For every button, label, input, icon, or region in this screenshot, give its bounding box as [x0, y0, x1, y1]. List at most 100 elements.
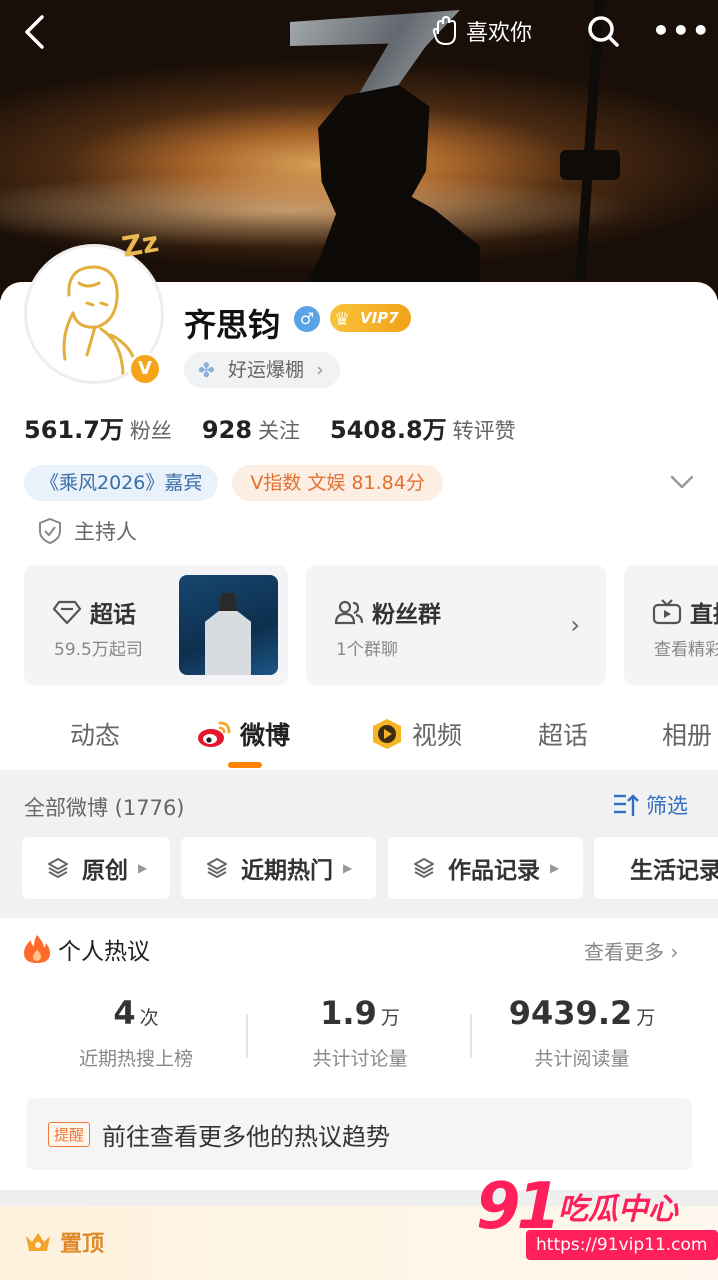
hot-trend-reminder[interactable]: 提醒 前往查看更多他的热议趋势	[26, 1098, 692, 1170]
remind-tag: 提醒	[48, 1121, 91, 1147]
card-title: 超话	[90, 602, 136, 628]
card-subtitle: 59.5万起司	[54, 640, 143, 660]
see-more-link[interactable]: 查看更多 ›	[584, 936, 678, 965]
shield-check-icon	[39, 517, 61, 545]
hand-heart-icon	[432, 16, 456, 46]
stat-label: 转评赞	[452, 419, 516, 443]
feature-cards: 超话 59.5万起司 粉丝群 1个群聊 › 直播 查看精彩	[24, 565, 718, 687]
super-topic-thumbnail	[179, 575, 278, 675]
tab-weibo[interactable]: 微博	[196, 716, 290, 752]
chevron-down-icon[interactable]	[668, 470, 696, 494]
role-label: 主持人	[74, 520, 137, 544]
tab-label: 相册	[662, 721, 713, 750]
chip-label: 生活记录	[630, 858, 718, 884]
diamond-icon	[52, 600, 82, 625]
watermark-url: https://91vip11.com	[526, 1230, 718, 1260]
hot-stat-value: 1.9	[320, 994, 377, 1032]
filter-label: 筛选	[646, 794, 688, 818]
hot-title-label: 个人热议	[58, 939, 150, 965]
tab-video[interactable]: 视频	[370, 716, 462, 752]
luck-chip-label: 好运爆棚	[228, 359, 305, 381]
hot-stat-caption: 近期热搜上榜	[78, 1048, 193, 1070]
pinned-label: 置顶	[60, 1232, 105, 1257]
all-weibo-count: 全部微博 (1776)	[24, 796, 185, 820]
fan-group-card[interactable]: 粉丝群 1个群聊 ›	[306, 565, 606, 685]
back-arrow-icon[interactable]	[22, 14, 46, 50]
filter-chip-life[interactable]: 生活记录	[594, 837, 718, 899]
card-title: 粉丝群	[372, 602, 441, 628]
thumbnail-person	[205, 593, 251, 675]
profile-tags: 《乘风2026》嘉宾 V指数 文娱 81.84分	[24, 465, 443, 501]
filter-chip-original[interactable]: 原创 ▶	[22, 837, 170, 899]
layers-icon	[207, 858, 227, 878]
fan-group-title: 粉丝群	[334, 595, 441, 629]
like-button[interactable]: 喜欢你	[432, 14, 532, 48]
hot-stat-caption: 共计阅读量	[534, 1048, 630, 1070]
luck-status-chip[interactable]: ✤ 好运爆棚 ›	[184, 352, 340, 388]
card-subtitle: 查看精彩	[654, 640, 718, 660]
stat-label: 粉丝	[129, 419, 172, 443]
like-label: 喜欢你	[466, 21, 533, 46]
tab-label: 超话	[538, 721, 589, 750]
hot-stat-unit: 万	[636, 1007, 656, 1029]
super-topic-card[interactable]: 超话 59.5万起司	[24, 565, 288, 685]
crown-icon	[26, 1233, 50, 1251]
male-gender-icon: ♂	[294, 306, 320, 332]
stat-value: 928	[201, 416, 253, 444]
hot-stat-trending: 4次 近期热搜上榜	[24, 994, 248, 1071]
fire-icon	[24, 935, 50, 963]
clover-icon: ✤	[198, 358, 215, 382]
tab-activity[interactable]: 动态	[70, 716, 120, 752]
filter-chip-recent-hot[interactable]: 近期热门 ▶	[181, 837, 376, 899]
layers-icon	[414, 858, 434, 878]
site-watermark: 91 吃瓜中心 https://91vip11.com	[476, 1170, 718, 1264]
guest-tag[interactable]: 《乘风2026》嘉宾	[24, 465, 219, 501]
stat-followers[interactable]: 561.7万 粉丝	[24, 410, 172, 445]
stat-following[interactable]: 928 关注	[202, 415, 300, 445]
vip-badge[interactable]: ♛ VIP7	[330, 304, 411, 332]
hot-title: 个人热议	[24, 932, 150, 966]
chip-label: 作品记录	[448, 858, 540, 884]
tab-album[interactable]: 相册	[662, 716, 712, 752]
watermark-name: 吃瓜中心	[558, 1192, 678, 1227]
feed-filter: 全部微博 (1776) 筛选 原创 ▶ 近期热门 ▶ 作品记录 ▶ 生活记录	[0, 770, 718, 918]
filter-chip-works[interactable]: 作品记录 ▶	[388, 837, 583, 899]
tab-label: 动态	[70, 721, 121, 750]
banner-mic-stand-base	[560, 150, 620, 180]
profile-tabs: 动态 微博 视频 超话 相册	[0, 704, 718, 770]
chevron-right-icon: ›	[316, 359, 324, 381]
tab-super-topic[interactable]: 超话	[538, 716, 588, 752]
filter-button[interactable]: 筛选	[612, 790, 688, 820]
hot-stat-reads: 9439.2 万 共计阅读量	[470, 994, 694, 1071]
verified-v-badge: V	[128, 352, 162, 386]
more-options-icon[interactable]: •••	[652, 16, 710, 46]
personal-hot-discussion: 个人热议 查看更多 › 4次 近期热搜上榜 1.9 万 共计讨论量 9439.2 万…	[0, 918, 718, 1190]
caret-right-icon: ▶	[138, 861, 148, 875]
card-title: 直播	[690, 602, 718, 628]
active-tab-indicator	[228, 762, 262, 768]
hot-stat-value: 9439.2	[508, 994, 633, 1032]
stat-value: 5408.8万	[330, 416, 447, 444]
search-icon[interactable]	[586, 14, 620, 48]
live-card[interactable]: 直播 查看精彩	[624, 565, 718, 685]
card-subtitle: 1个群聊	[336, 640, 398, 660]
hot-stat-unit: 万	[380, 1007, 400, 1029]
weibo-logo-icon	[198, 721, 231, 747]
avatar-sleep-zz: Z​z	[119, 225, 162, 264]
caret-right-icon: ▶	[550, 861, 560, 875]
chevron-right-icon: ›	[570, 611, 580, 639]
vip-crown-icon: ♛	[334, 309, 351, 330]
top-bar: 喜欢你 •••	[0, 0, 718, 64]
stat-value: 561.7万	[24, 416, 124, 444]
caret-right-icon: ▶	[343, 861, 353, 875]
filter-sort-icon	[614, 794, 639, 816]
remind-text: 前往查看更多他的热议趋势	[102, 1122, 391, 1151]
stat-reposts-comments-likes[interactable]: 5408.8万 转评赞	[330, 410, 516, 445]
v-index-tag[interactable]: V指数 文娱 81.84分	[232, 465, 443, 501]
hot-stat-value: 4	[113, 994, 136, 1032]
live-title: 直播	[652, 595, 718, 629]
hot-stat-caption: 共计讨论量	[312, 1048, 408, 1070]
tv-play-icon	[652, 599, 682, 625]
tab-label: 视频	[412, 721, 463, 750]
vip-label: VIP7	[360, 309, 399, 327]
